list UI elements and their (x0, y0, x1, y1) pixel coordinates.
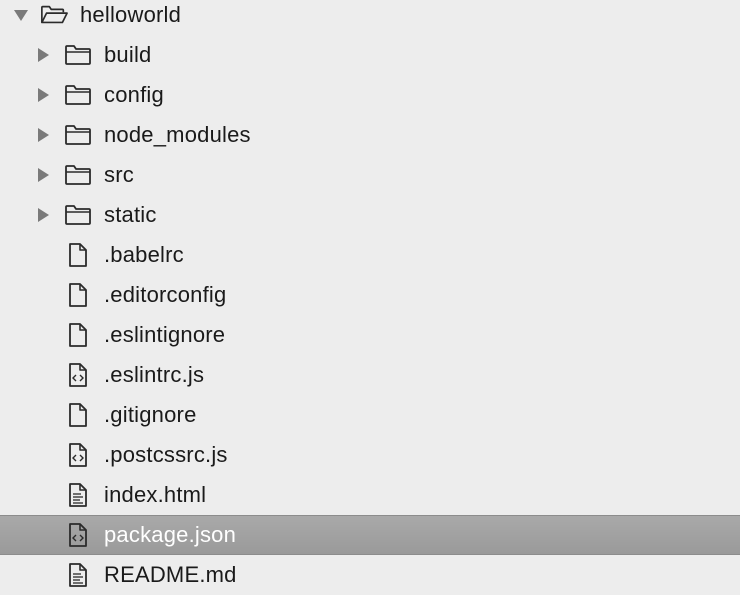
tree-root-row[interactable]: helloworld (0, 0, 740, 35)
tree-item-label: .eslintignore (104, 322, 226, 347)
code-file-icon (64, 442, 92, 468)
tree-item-label: config (104, 82, 164, 107)
tree-item-static[interactable]: static (0, 195, 740, 235)
file-icon (64, 282, 92, 308)
chevron-right-icon[interactable] (34, 206, 52, 224)
tree-item-config[interactable]: config (0, 75, 740, 115)
tree-item-readme-md[interactable]: README.md (0, 555, 740, 595)
folder-open-icon (40, 2, 68, 28)
tree-item-label: .editorconfig (104, 282, 227, 307)
tree-item-package-json[interactable]: package.json (0, 515, 740, 555)
tree-item-babelrc[interactable]: .babelrc (0, 235, 740, 275)
tree-item-build[interactable]: build (0, 35, 740, 75)
tree-item-gitignore[interactable]: .gitignore (0, 395, 740, 435)
tree-item-label: README.md (104, 562, 237, 587)
text-file-icon (64, 562, 92, 588)
tree-item-label: .postcssrc.js (104, 442, 228, 467)
tree-item-editorconfig[interactable]: .editorconfig (0, 275, 740, 315)
tree-item-label: node_modules (104, 122, 251, 147)
folder-icon (64, 162, 92, 188)
tree-item-eslintignore[interactable]: .eslintignore (0, 315, 740, 355)
chevron-right-icon[interactable] (34, 166, 52, 184)
chevron-right-icon[interactable] (34, 126, 52, 144)
file-icon (64, 242, 92, 268)
file-icon (64, 402, 92, 428)
chevron-right-icon[interactable] (34, 46, 52, 64)
tree-item-label: .gitignore (104, 402, 197, 427)
folder-icon (64, 122, 92, 148)
tree-item-eslintrc-js[interactable]: .eslintrc.js (0, 355, 740, 395)
code-file-icon (64, 362, 92, 388)
folder-icon (64, 202, 92, 228)
tree-item-index-html[interactable]: index.html (0, 475, 740, 515)
tree-item-src[interactable]: src (0, 155, 740, 195)
tree-item-label: .eslintrc.js (104, 362, 205, 387)
text-file-icon (64, 482, 92, 508)
tree-root-label: helloworld (80, 2, 182, 27)
tree-item-label: index.html (104, 482, 207, 507)
tree-item-node-modules[interactable]: node_modules (0, 115, 740, 155)
folder-icon (64, 82, 92, 108)
tree-item-label: package.json (104, 522, 237, 547)
tree-item-label: build (104, 42, 152, 67)
tree-item-label: static (104, 202, 157, 227)
tree-item-postcssrc-js[interactable]: .postcssrc.js (0, 435, 740, 475)
code-file-icon (64, 522, 92, 548)
chevron-down-icon[interactable] (12, 6, 30, 24)
folder-icon (64, 42, 92, 68)
file-tree: helloworld build config node_modules src… (0, 0, 740, 588)
file-icon (64, 322, 92, 348)
tree-item-label: .babelrc (104, 242, 184, 267)
chevron-right-icon[interactable] (34, 86, 52, 104)
tree-item-label: src (104, 162, 134, 187)
